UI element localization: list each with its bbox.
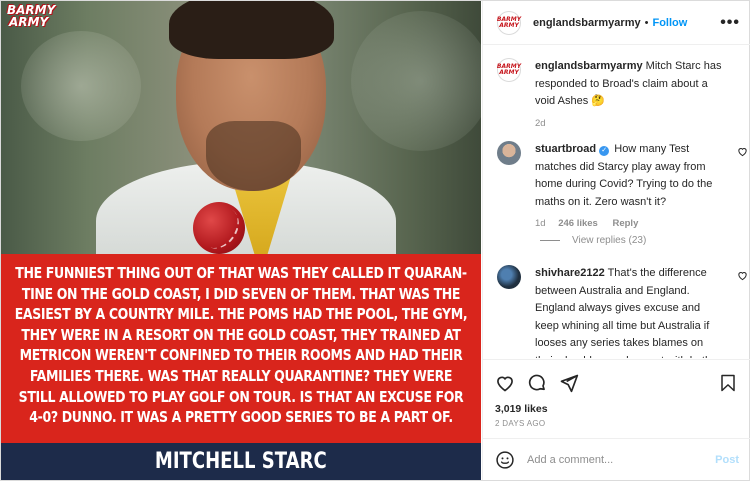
more-options-icon[interactable]: •••: [720, 14, 740, 32]
cricket-ball: [193, 202, 245, 254]
verified-icon: ✓: [599, 146, 610, 156]
comment-time: 1d: [535, 218, 546, 229]
comment-username[interactable]: stuartbroad: [535, 143, 596, 155]
like-comment-heart-icon[interactable]: [737, 270, 748, 281]
separator-dot: •: [644, 16, 649, 29]
bookmark-icon[interactable]: [719, 373, 737, 393]
comment-icon[interactable]: [527, 373, 547, 393]
caption-time: 2d: [535, 117, 546, 129]
comment-item: stuartbroad ✓ How many Test matches did …: [497, 141, 747, 233]
barmy-army-logo: BARMY ARMY: [7, 3, 56, 29]
comment-username[interactable]: shivhare2122: [535, 267, 605, 279]
reply-button[interactable]: Reply: [612, 218, 638, 229]
post-button[interactable]: Post: [715, 454, 739, 466]
avatar[interactable]: [497, 141, 521, 165]
attribution-name: MITCHELL STARC: [155, 449, 327, 474]
instagram-post: BARMY ARMY The funniest thing out of tha…: [0, 0, 750, 481]
share-icon[interactable]: [559, 373, 579, 393]
post-actions: 3,019 likes 2 DAYS AGO: [483, 359, 750, 428]
post-timestamp: 2 DAYS AGO: [495, 419, 546, 428]
view-replies-button[interactable]: View replies (23): [540, 235, 646, 246]
avatar[interactable]: BARMY ARMY: [497, 58, 521, 82]
header-username[interactable]: englandsbarmyarmy: [533, 17, 641, 29]
heart-icon[interactable]: [495, 373, 515, 393]
attribution-bar: MITCHELL STARC: [1, 443, 481, 480]
comment-likes[interactable]: 246 likes: [558, 218, 598, 229]
avatar[interactable]: [497, 265, 521, 289]
follow-button[interactable]: Follow: [652, 17, 687, 29]
quote-text: The funniest thing out of that was they …: [14, 264, 468, 427]
caption: BARMY ARMY englandsbarmyarmy Mitch Starc …: [497, 58, 742, 132]
likes-count[interactable]: 3,019 likes: [495, 403, 737, 415]
player-photo: [1, 1, 481, 254]
post-image[interactable]: BARMY ARMY The funniest thing out of tha…: [1, 1, 481, 480]
comments-list[interactable]: BARMY ARMY englandsbarmyarmy Mitch Starc …: [483, 46, 750, 358]
quote-panel: The funniest thing out of that was they …: [1, 254, 481, 443]
comment-text: That's the difference between Australia …: [535, 267, 711, 358]
add-comment-bar: Add a comment... Post: [483, 438, 750, 480]
emoji-icon[interactable]: [495, 450, 515, 470]
divider: [540, 240, 560, 241]
comment-item: shivhare2122 That's the difference betwe…: [497, 265, 747, 358]
like-comment-heart-icon[interactable]: [737, 146, 748, 157]
post-sidebar: BARMY ARMY englandsbarmyarmy • Follow •••…: [482, 1, 750, 480]
avatar[interactable]: BARMY ARMY: [497, 10, 521, 35]
post-header: BARMY ARMY englandsbarmyarmy • Follow •••: [483, 1, 750, 45]
comment-input[interactable]: Add a comment...: [527, 454, 613, 466]
caption-username[interactable]: englandsbarmyarmy: [535, 60, 643, 72]
